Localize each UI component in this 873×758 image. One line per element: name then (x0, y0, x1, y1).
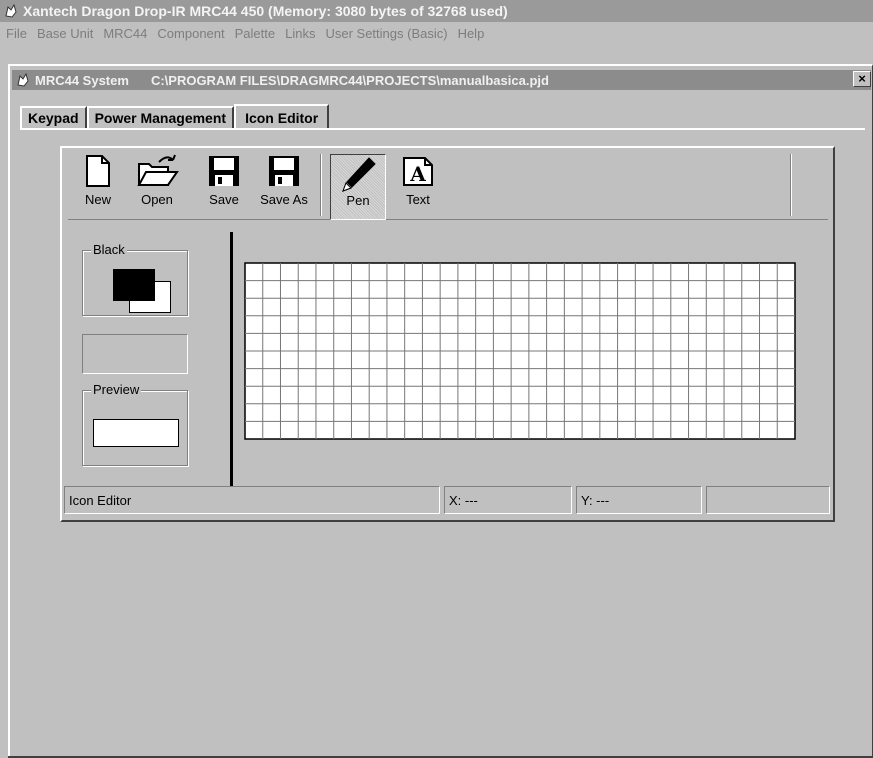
tab-keypad[interactable]: Keypad (20, 106, 87, 128)
status-y-coord: Y: --- (576, 486, 702, 514)
floppy-disk-icon (209, 156, 239, 186)
dragon-app-icon (5, 4, 17, 18)
menu-file[interactable]: File (2, 26, 33, 41)
status-x-coord: X: --- (444, 486, 572, 514)
color-info-field (82, 334, 188, 374)
app-title: Xantech Dragon Drop-IR MRC44 450 (Memory… (23, 3, 508, 19)
new-file-icon (86, 155, 110, 187)
text-label: Text (406, 192, 430, 207)
icon-editor-panel: New Open Save Save As Pen A Text Black P… (60, 146, 835, 522)
preview-groupbox-title: Preview (91, 382, 142, 397)
foreground-color-swatch[interactable] (113, 269, 155, 301)
mrc44-system-window: MRC44 System C:\PROGRAM FILES\DRAGMRC44\… (8, 64, 873, 758)
close-button[interactable]: × (853, 71, 871, 87)
new-button[interactable]: New (78, 154, 118, 220)
status-bar: Icon Editor X: --- Y: --- (64, 486, 832, 514)
save-as-button[interactable]: Save As (256, 154, 312, 220)
svg-text:A: A (409, 162, 426, 186)
menu-links[interactable]: Links (281, 26, 321, 41)
save-button[interactable]: Save (204, 154, 244, 220)
menu-palette[interactable]: Palette (231, 26, 281, 41)
window-title-bar: MRC44 System C:\PROGRAM FILES\DRAGMRC44\… (12, 70, 871, 90)
window-system-label: MRC44 System (35, 72, 129, 88)
tab-power-management[interactable]: Power Management (86, 106, 235, 128)
pen-icon (342, 157, 376, 192)
menu-base-unit[interactable]: Base Unit (33, 26, 99, 41)
color-groupbox-title: Black (91, 242, 127, 257)
text-tool-icon: A (403, 157, 433, 186)
toolbar: New Open Save Save As Pen A Text (68, 150, 828, 220)
app-title-bar: Xantech Dragon Drop-IR MRC44 450 (Memory… (0, 0, 873, 22)
tab-icon-editor[interactable]: Icon Editor (234, 104, 330, 130)
menu-mrc44[interactable]: MRC44 (99, 26, 153, 41)
status-extra (706, 486, 830, 514)
floppy-disk-icon (269, 156, 299, 186)
color-groupbox: Black (82, 242, 188, 316)
save-label: Save (209, 192, 239, 207)
icon-pixel-grid[interactable] (244, 262, 796, 440)
open-label: Open (141, 192, 173, 207)
text-button[interactable]: A Text (398, 154, 438, 220)
status-mode: Icon Editor (64, 486, 440, 514)
menu-component[interactable]: Component (153, 26, 230, 41)
dragon-window-icon (17, 73, 29, 87)
icon-preview (93, 419, 179, 447)
panel-divider[interactable] (230, 232, 233, 486)
tab-panel-border (20, 128, 865, 130)
save-as-label: Save As (260, 192, 308, 207)
menu-bar: File Base Unit MRC44 Component Palette L… (0, 22, 873, 44)
menu-user-settings[interactable]: User Settings (Basic) (321, 26, 453, 41)
preview-groupbox: Preview (82, 382, 188, 466)
open-folder-icon (137, 154, 179, 186)
menu-help[interactable]: Help (454, 26, 491, 41)
pen-button[interactable]: Pen (330, 154, 386, 220)
toolbar-separator (320, 154, 322, 216)
tab-strip: Keypad Power Management Icon Editor (20, 102, 330, 130)
window-file-path: C:\PROGRAM FILES\DRAGMRC44\PROJECTS\manu… (150, 72, 549, 88)
open-button[interactable]: Open (132, 154, 182, 220)
pen-label: Pen (346, 193, 370, 208)
new-label: New (84, 192, 111, 207)
toolbar-separator-end (790, 154, 792, 216)
